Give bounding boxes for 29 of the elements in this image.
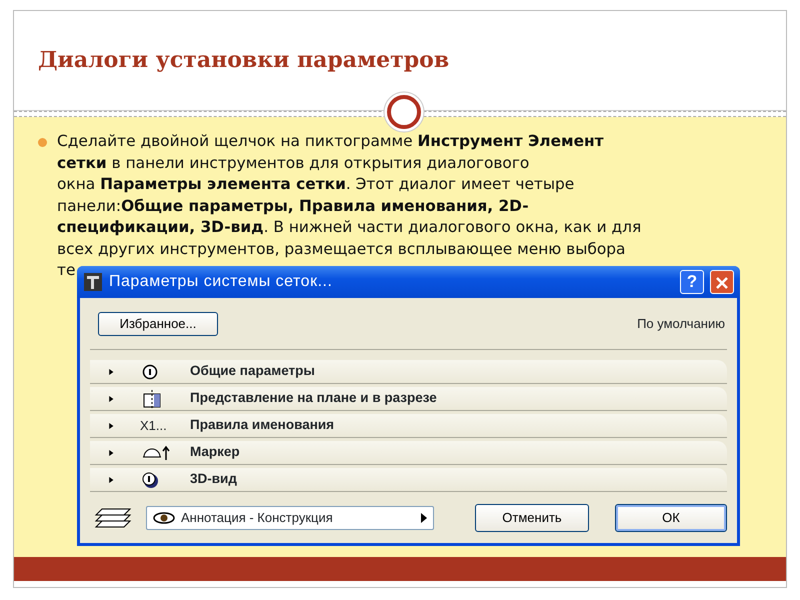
expand-arrow-icon[interactable] <box>108 474 114 484</box>
panel-header[interactable]: Маркер <box>190 442 240 463</box>
grid-tool-icon <box>83 272 103 292</box>
naming-icon-text: X1... <box>140 416 167 435</box>
caret-icon <box>421 513 427 523</box>
paragraph-fragment: те <box>57 260 76 281</box>
cancel-button[interactable]: Отменить <box>475 504 589 532</box>
window-title: Параметры системы сеток... <box>109 272 334 292</box>
expand-arrow-icon[interactable] <box>108 420 114 430</box>
expand-arrow-icon[interactable] <box>108 448 114 458</box>
panel-header[interactable]: 3D-вид <box>190 469 237 490</box>
ok-button[interactable]: ОК <box>615 504 727 532</box>
expand-arrow-icon[interactable] <box>108 394 114 404</box>
slide-title: Диалоги установки параметров <box>38 47 450 74</box>
layer-dropdown[interactable]: Аннотация - Конструкция <box>146 506 434 530</box>
layers-icon <box>94 507 132 529</box>
close-icon <box>716 276 728 289</box>
help-button[interactable]: ? <box>680 270 704 294</box>
marker-icon <box>142 444 170 460</box>
favorites-button[interactable]: Избранное... <box>98 312 218 336</box>
circled-one-3d-icon <box>142 470 160 488</box>
panel-header[interactable]: Правила именования <box>190 415 334 436</box>
panel-header[interactable]: Общие параметры <box>190 361 315 382</box>
circled-one-icon <box>142 364 158 380</box>
close-button[interactable] <box>710 270 734 294</box>
expand-arrow-icon[interactable] <box>108 366 114 376</box>
bullet-icon <box>38 138 47 147</box>
default-label: По умолчанию <box>637 314 725 333</box>
eye-icon <box>153 512 175 524</box>
